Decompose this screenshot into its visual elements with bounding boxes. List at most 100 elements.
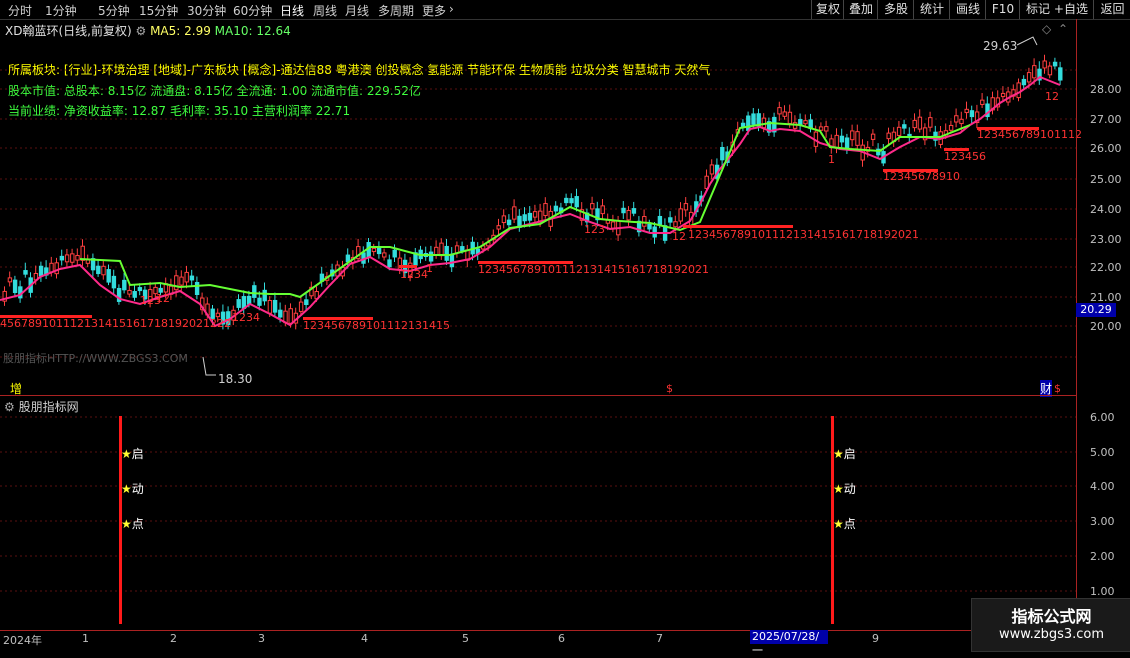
- candle-body: [236, 299, 241, 308]
- mark-button[interactable]: 标记: [1026, 2, 1050, 16]
- candle-body: [777, 107, 782, 115]
- time-label: 4: [361, 632, 368, 645]
- mark-and-watchlist-buttons[interactable]: 标记 +自选: [1019, 0, 1094, 19]
- time-label: 2024年: [3, 634, 42, 647]
- candlesticks: [2, 54, 1063, 330]
- site-logo: 指标公式网 www.zbgs3.com: [971, 598, 1130, 652]
- candle-body: [496, 225, 501, 230]
- kline-chart[interactable]: [0, 19, 1076, 395]
- period-tab-multi[interactable]: 多周期: [378, 2, 414, 19]
- current-price-tag: 20.29: [1076, 303, 1116, 317]
- candle-body: [621, 207, 626, 214]
- candle-body: [23, 270, 28, 275]
- candle-body: [506, 219, 512, 226]
- sub-axis-tick: 5.00: [1090, 446, 1115, 459]
- candle-body: [174, 275, 179, 291]
- candle-body: [569, 198, 574, 204]
- period-tab-30min[interactable]: 30分钟: [187, 2, 226, 19]
- candle-body: [298, 301, 304, 312]
- multi-stock-button[interactable]: 多股: [877, 0, 914, 19]
- candle-body: [460, 246, 465, 252]
- candle-body: [751, 113, 756, 125]
- candle-body: [964, 108, 969, 114]
- count-label: 1234: [400, 268, 428, 281]
- candle-body: [1000, 92, 1006, 98]
- period-tab-5min[interactable]: 5分钟: [98, 2, 130, 19]
- top-toolbar: 分时 1分钟 5分钟 15分钟 30分钟 60分钟 日线 周线 月线 多周期 更…: [0, 0, 1130, 20]
- candle-body: [948, 124, 954, 131]
- candle-body: [428, 251, 434, 262]
- candle-body: [538, 210, 543, 222]
- count-label: 123: [584, 223, 605, 236]
- time-label: 9: [872, 632, 879, 645]
- chevron-right-icon[interactable]: ›: [449, 2, 454, 16]
- candle-body: [527, 212, 533, 221]
- candle-body: [834, 134, 839, 149]
- count-label: 12: [1045, 90, 1059, 103]
- period-tab-1min[interactable]: 1分钟: [45, 2, 77, 19]
- candle-body: [449, 253, 455, 268]
- period-tab-15min[interactable]: 15分钟: [139, 2, 178, 19]
- signal-label: ★点: [121, 517, 144, 531]
- high-price-label: 29.63: [983, 39, 1018, 53]
- candle-body: [626, 209, 631, 221]
- statistics-button[interactable]: 统计: [913, 0, 950, 19]
- period-tab-minute[interactable]: 分时: [8, 2, 32, 19]
- period-tab-more[interactable]: 更多: [422, 2, 446, 19]
- period-tab-60min[interactable]: 60分钟: [233, 2, 272, 19]
- candle-body: [267, 300, 273, 314]
- dividend-marker[interactable]: $: [1054, 382, 1061, 395]
- candle-body: [917, 116, 923, 130]
- back-button[interactable]: 返回: [1093, 0, 1130, 19]
- candle-body: [387, 259, 392, 268]
- candle-body: [657, 215, 663, 225]
- candle-body: [288, 308, 293, 324]
- candle-body: [252, 285, 257, 298]
- add-watchlist-button[interactable]: +自选: [1054, 2, 1088, 16]
- candle-body: [272, 299, 278, 313]
- candle-body: [59, 255, 65, 261]
- candle-body: [902, 124, 907, 129]
- overlay-button[interactable]: 叠加: [843, 0, 878, 19]
- candle-body: [257, 297, 262, 306]
- candle-body: [590, 203, 595, 210]
- candle-body: [631, 208, 637, 214]
- count-label: 1: [426, 262, 433, 275]
- period-tab-weekly[interactable]: 周线: [313, 2, 337, 19]
- f10-button[interactable]: F10: [985, 0, 1020, 19]
- candle-body: [70, 253, 75, 263]
- sub-chart[interactable]: [0, 396, 1076, 630]
- dividend-marker[interactable]: $: [666, 382, 673, 395]
- candle-body: [512, 206, 517, 220]
- time-label: 1: [82, 632, 89, 645]
- candle-body: [1058, 67, 1063, 81]
- count-label: 123456789101112131415161718192021: [478, 263, 709, 276]
- high-pointer: [1016, 36, 1038, 46]
- low-pointer: [202, 356, 216, 376]
- candle-body: [824, 126, 829, 132]
- draw-line-button[interactable]: 画线: [949, 0, 986, 19]
- candle-body: [642, 216, 647, 227]
- price-tick: 22.00: [1090, 261, 1122, 274]
- restore-right-button[interactable]: 复权: [811, 0, 844, 19]
- candle-body: [1052, 61, 1058, 67]
- signal-label: ★动: [833, 482, 856, 496]
- sub-axis-tick: 4.00: [1090, 480, 1115, 493]
- candle-body: [553, 205, 559, 212]
- candle-body: [886, 132, 891, 140]
- candle-body: [1047, 65, 1053, 76]
- count-label: 456789101112131415161718192021222: [0, 317, 231, 330]
- count-label: 1: [828, 153, 835, 166]
- price-tick: 23.00: [1090, 233, 1122, 246]
- count-label: 12: [156, 292, 170, 305]
- candle-body: [870, 133, 876, 140]
- time-label: 3: [258, 632, 265, 645]
- period-tab-monthly[interactable]: 月线: [345, 2, 369, 19]
- period-tab-daily[interactable]: 日线: [280, 2, 304, 19]
- count-label: 123456789101112131415161718192021: [688, 228, 919, 241]
- candle-body: [803, 120, 808, 125]
- candle-body: [782, 111, 787, 117]
- signal-label: ★启: [121, 447, 144, 461]
- candle-body: [382, 252, 387, 258]
- candle-body: [101, 265, 106, 276]
